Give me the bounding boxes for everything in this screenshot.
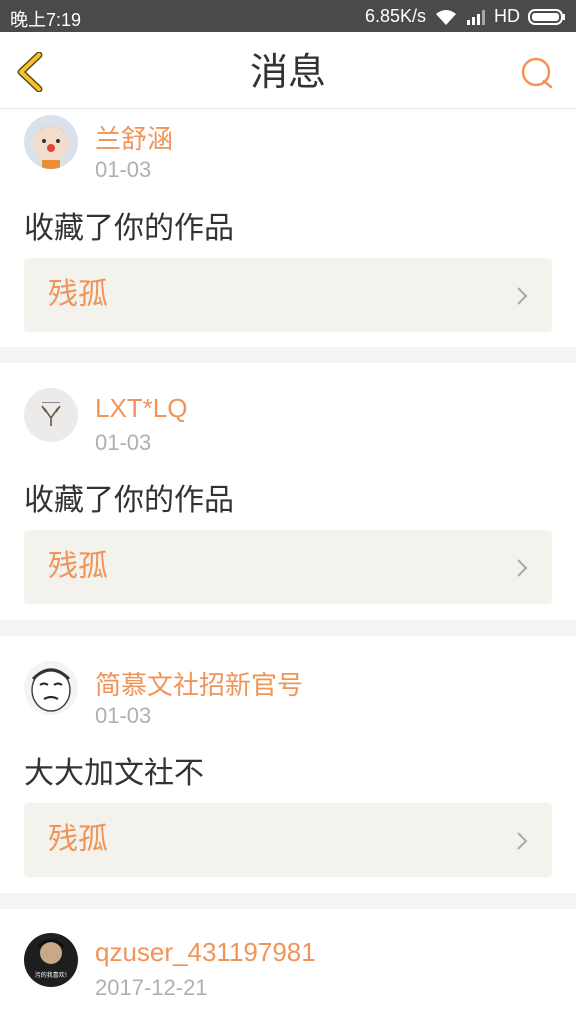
work-link[interactable]: 残孤 [24,530,552,604]
battery-icon [528,8,565,25]
message-date: 01-03 [95,157,152,182]
section-divider [0,620,576,636]
username[interactable]: 兰舒涵 [95,119,173,156]
meme-face-avatar-icon [24,661,78,715]
message-date: 2017-12-21 [95,975,208,1000]
chevron-right-icon [517,559,528,577]
section-divider [0,347,576,363]
message-text: 收藏了你的作品 [24,211,234,246]
status-right: 6.85K/s HD [365,6,566,27]
work-link[interactable]: 残孤 [24,258,552,332]
username[interactable]: qzuser_431197981 [95,937,316,968]
avatar[interactable] [24,115,78,169]
child-avatar-icon [24,115,78,169]
message-list: 兰舒涵 01-03 收藏了你的作品 残孤 LXT*LQ 01-03 收藏了你的作… [0,109,576,1029]
avatar-caption: 污的我喜欢! [35,971,67,979]
photo-avatar-icon: 污的我喜欢! [24,933,78,987]
avatar[interactable] [24,388,78,442]
page-title: 消息 [249,50,326,94]
chevron-right-icon [517,832,528,850]
message-card: 兰舒涵 01-03 收藏了你的作品 残孤 [0,109,576,347]
network-speed: 6.85K/s [364,6,426,26]
message-text: 收藏了你的作品 [24,483,234,518]
signal-icon [467,9,485,25]
message-card: 简慕文社招新官号 01-03 大大加文社不 残孤 [0,636,576,893]
search-button[interactable] [520,56,554,90]
section-divider [0,893,576,909]
message-card: 污的我喜欢! qzuser_431197981 2017-12-21 [0,909,576,1029]
work-link[interactable]: 残孤 [24,803,552,877]
status-bar: 晚上7:19 6.85K/s HD [0,0,576,32]
wifi-icon [436,9,456,25]
avatar[interactable] [24,661,78,715]
status-time: 晚上7:19 [10,10,82,30]
message-date: 01-03 [95,430,152,455]
work-title: 残孤 [48,277,108,312]
work-title: 残孤 [48,549,108,584]
deer-avatar-icon [24,388,78,442]
chevron-right-icon [517,287,528,305]
avatar[interactable]: 污的我喜欢! [24,933,78,987]
work-title: 残孤 [48,822,108,857]
username[interactable]: LXT*LQ [95,393,188,424]
message-text: 大大加文社不 [24,756,204,791]
username[interactable]: 简慕文社招新官号 [95,665,303,702]
header: 消息 [0,32,576,109]
message-card: LXT*LQ 01-03 收藏了你的作品 残孤 [0,363,576,620]
message-date: 01-03 [95,703,152,728]
network-type: HD [494,6,520,26]
